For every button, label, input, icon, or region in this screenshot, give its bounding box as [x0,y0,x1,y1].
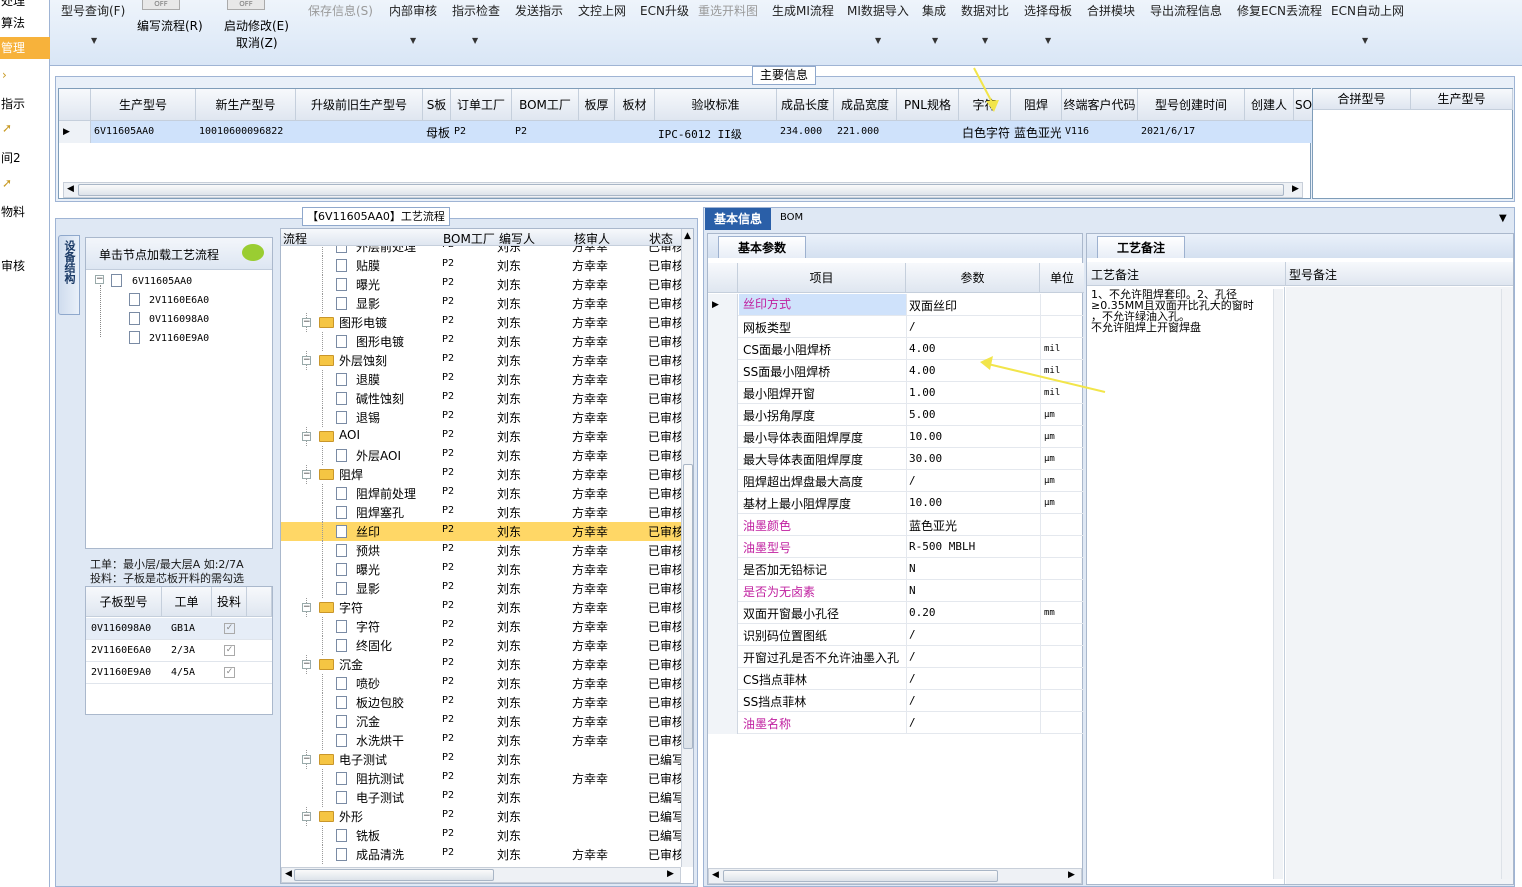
annotation-arrow [987,363,1106,393]
annotation-overlay [973,67,1106,393]
annotation-arrowhead [980,356,993,370]
annotation-arrow [973,67,995,107]
annotation-arrowhead [986,100,999,112]
